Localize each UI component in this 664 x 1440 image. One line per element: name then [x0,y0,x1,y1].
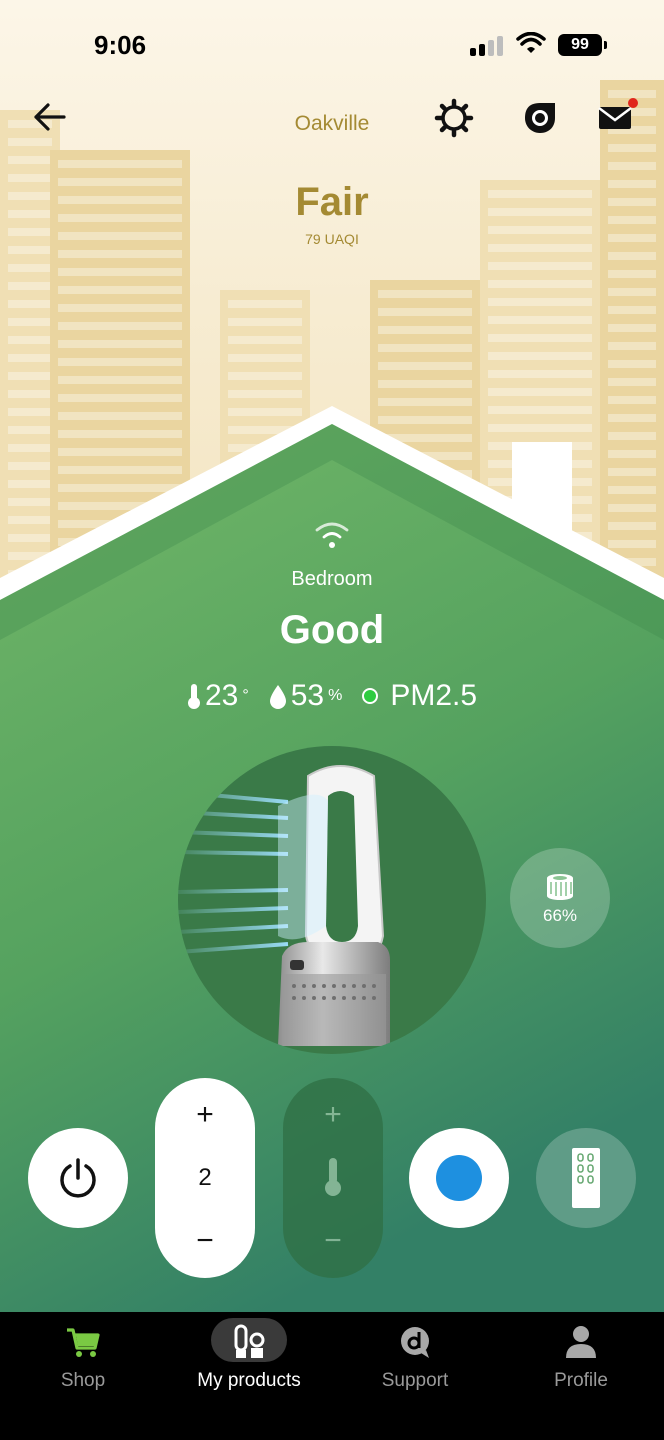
nav-label-profile: Profile [554,1370,608,1391]
profile-icon [566,1326,596,1358]
nav-item-my-products[interactable]: My products [166,1312,332,1412]
messages-button[interactable] [596,98,638,138]
humidity-metric: 53% [269,679,343,713]
device-visual[interactable] [178,746,486,1054]
cart-icon [67,1328,100,1357]
nav-label-shop: Shop [60,1370,106,1391]
bottom-nav: Shop My products Support Profile [0,1312,664,1440]
outdoor-quality: Fair [295,180,369,224]
pollutant-metric: PM2.5 [362,679,477,713]
temperature-value: 23 [204,679,239,712]
support-icon [401,1327,429,1358]
location-label[interactable]: Oakville [232,112,432,136]
wifi-icon [516,32,546,53]
heat-temperature-control: + − [283,1078,383,1278]
heat-thermometer-icon [325,1158,341,1196]
cellular-signal-icon [470,34,506,56]
power-button[interactable] [28,1128,128,1228]
humidity-drop-icon [269,685,286,709]
remote-control-button[interactable] [536,1128,636,1228]
power-icon [60,1158,96,1198]
thermometer-icon [187,684,200,709]
status-bar: 9:06 99 [0,0,664,90]
nav-item-profile[interactable]: Profile [498,1312,664,1412]
humidity-value: 53 [290,679,325,712]
temperature-metric: 23 ° [187,679,249,713]
device-connected-wifi-icon [315,522,349,548]
status-time: 9:06 [94,30,147,60]
filter-icon [547,874,573,900]
products-icon [234,1324,265,1358]
back-arrow-icon[interactable] [30,100,70,134]
nav-item-support[interactable]: Support [332,1312,498,1412]
nav-label-support: Support [381,1370,449,1391]
settings-gear-icon[interactable] [434,98,474,138]
purifier-fan-image [178,765,390,1046]
auto-mode-indicator-icon [436,1155,482,1201]
filter-life-value: 66% [542,906,578,925]
nav-item-shop[interactable]: Shop [0,1312,166,1412]
temperature-unit: ° [242,687,249,704]
pollutant-label: PM2.5 [390,679,478,712]
fan-speed-value: 2 [198,1164,212,1191]
battery-indicator: 99 [558,34,607,56]
auto-mode-button[interactable] [409,1128,509,1228]
pollutant-status-dot [362,688,379,704]
fan-speed-control: + 2 − [155,1078,255,1278]
room-quality: Good [279,608,385,652]
notification-dot [628,98,638,108]
filter-life-button[interactable]: 66% [510,848,610,948]
outdoor-index: 79 UAQI [305,231,359,247]
room-metrics: 23 ° 53% PM2.5 [150,674,514,718]
temperature-increase-button[interactable]: + [283,1090,383,1140]
nav-label-my-products: My products [197,1370,301,1391]
room-name: Bedroom [291,568,373,590]
remote-icon [572,1148,600,1208]
dyson-device-icon[interactable] [520,98,560,138]
temperature-decrease-button[interactable]: − [283,1216,383,1266]
fan-speed-decrease-button[interactable]: − [155,1216,255,1266]
fan-speed-increase-button[interactable]: + [155,1090,255,1140]
humidity-unit: % [328,687,343,704]
